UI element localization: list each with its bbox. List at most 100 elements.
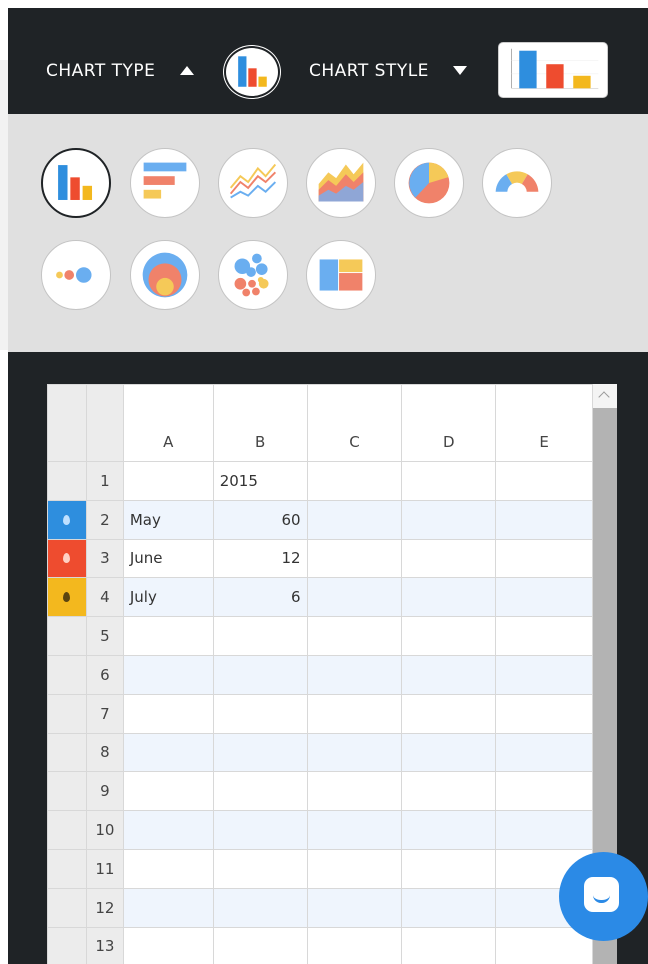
grid-cell[interactable] — [401, 732, 497, 773]
column-header[interactable]: E — [495, 384, 593, 462]
chart-type-preview[interactable] — [224, 46, 280, 98]
grid-cell[interactable] — [401, 461, 497, 501]
grid-cell[interactable] — [495, 538, 593, 579]
grid-cell[interactable]: 2015 — [212, 461, 308, 501]
grid-cell[interactable] — [306, 577, 403, 618]
grid-cell[interactable]: 60 — [212, 499, 308, 540]
row-number[interactable]: 2 — [85, 499, 124, 540]
grid-cell[interactable] — [401, 499, 497, 540]
grid-cell[interactable] — [122, 732, 214, 773]
grid-cell[interactable] — [122, 887, 214, 928]
grid-cell[interactable] — [306, 771, 403, 812]
grid-cell[interactable] — [495, 616, 593, 656]
row-number[interactable]: 7 — [85, 693, 124, 734]
row-number[interactable]: 3 — [85, 538, 124, 579]
grid-cell[interactable]: 6 — [212, 577, 308, 618]
grid-cell[interactable] — [306, 887, 403, 928]
grid-cell[interactable]: 12 — [212, 538, 308, 579]
grid-cell[interactable] — [306, 848, 403, 889]
row-number[interactable]: 12 — [85, 887, 124, 928]
row-number[interactable]: 5 — [85, 616, 124, 656]
column-header[interactable]: D — [401, 384, 497, 462]
grid-cell[interactable] — [212, 771, 308, 812]
grid-cell[interactable] — [495, 461, 593, 501]
chat-launcher-button[interactable] — [559, 852, 648, 941]
grid-cell[interactable]: June — [122, 538, 214, 579]
row-number[interactable]: 4 — [85, 577, 124, 618]
grid-cell[interactable] — [401, 538, 497, 579]
grid-cell[interactable] — [306, 461, 403, 501]
grid-cell[interactable] — [401, 654, 497, 695]
grid-cell[interactable] — [495, 693, 593, 734]
scroll-up-icon[interactable] — [593, 384, 617, 408]
grid-cell[interactable] — [401, 616, 497, 656]
bar-chart-button[interactable] — [130, 148, 200, 218]
line-chart-button[interactable] — [218, 148, 288, 218]
column-header[interactable]: B — [212, 384, 308, 462]
grid-cell[interactable] — [401, 577, 497, 618]
grid-cell[interactable] — [212, 887, 308, 928]
grid-cell[interactable] — [401, 887, 497, 928]
grid-cell[interactable] — [306, 499, 403, 540]
grid-cell[interactable] — [306, 810, 403, 850]
data-grid[interactable]: A B C D E 1 2015 2 May 60 3 June 12 4 July 6 5 6 7 8 9 1… — [47, 384, 593, 964]
row-number[interactable]: 9 — [85, 771, 124, 812]
grid-cell[interactable] — [401, 848, 497, 889]
grid-cell[interactable] — [212, 848, 308, 889]
grid-cell[interactable] — [401, 810, 497, 850]
chart-style-preview[interactable] — [498, 42, 608, 98]
grid-cell[interactable] — [122, 771, 214, 812]
grid-cell[interactable] — [212, 654, 308, 695]
grid-cell[interactable] — [212, 693, 308, 734]
row-number[interactable]: 1 — [85, 461, 124, 501]
series-color-swatch[interactable] — [47, 577, 87, 618]
dot-chart-button[interactable] — [41, 240, 111, 310]
series-color-swatch[interactable] — [47, 499, 87, 540]
grid-cell[interactable] — [306, 654, 403, 695]
grid-cell[interactable] — [401, 926, 497, 964]
chart-style-label[interactable]: CHART STYLE — [309, 61, 429, 81]
grid-cell[interactable] — [495, 654, 593, 695]
grid-cell[interactable] — [401, 771, 497, 812]
grid-cell[interactable] — [122, 616, 214, 656]
grid-cell[interactable] — [212, 926, 308, 964]
grid-cell[interactable] — [495, 732, 593, 773]
gauge-chart-button[interactable] — [482, 148, 552, 218]
grid-cell[interactable] — [122, 810, 214, 850]
chart-style-toggle-icon[interactable] — [453, 66, 467, 75]
grid-cell[interactable] — [212, 616, 308, 656]
grid-cell[interactable] — [122, 926, 214, 964]
row-number[interactable]: 8 — [85, 732, 124, 773]
grid-cell[interactable] — [212, 810, 308, 850]
row-number[interactable]: 11 — [85, 848, 124, 889]
grid-cell[interactable] — [306, 926, 403, 964]
row-number[interactable]: 13 — [85, 926, 124, 964]
pie-chart-button[interactable] — [394, 148, 464, 218]
grid-cell[interactable] — [401, 693, 497, 734]
treemap-chart-button[interactable] — [306, 240, 376, 310]
column-header[interactable]: C — [306, 384, 403, 462]
grid-cell[interactable] — [212, 732, 308, 773]
grid-cell[interactable] — [495, 499, 593, 540]
grid-cell[interactable]: July — [122, 577, 214, 618]
grid-cell[interactable] — [495, 771, 593, 812]
grid-cell[interactable]: May — [122, 499, 214, 540]
grid-cell[interactable] — [122, 461, 214, 501]
grid-cell[interactable] — [122, 654, 214, 695]
chart-type-toggle-icon[interactable] — [180, 66, 194, 75]
grid-cell[interactable] — [122, 693, 214, 734]
row-number[interactable]: 6 — [85, 654, 124, 695]
grid-cell[interactable] — [495, 577, 593, 618]
column-header[interactable]: A — [122, 384, 214, 462]
area-chart-button[interactable] — [306, 148, 376, 218]
series-color-swatch[interactable] — [47, 538, 87, 579]
row-number[interactable]: 10 — [85, 810, 124, 850]
nested-circles-chart-button[interactable] — [130, 240, 200, 310]
column-chart-button[interactable] — [41, 148, 111, 218]
bubble-chart-button[interactable] — [218, 240, 288, 310]
grid-cell[interactable] — [495, 810, 593, 850]
chart-type-label[interactable]: CHART TYPE — [46, 61, 155, 81]
grid-cell[interactable] — [306, 693, 403, 734]
grid-cell[interactable] — [306, 732, 403, 773]
grid-cell[interactable] — [306, 538, 403, 579]
